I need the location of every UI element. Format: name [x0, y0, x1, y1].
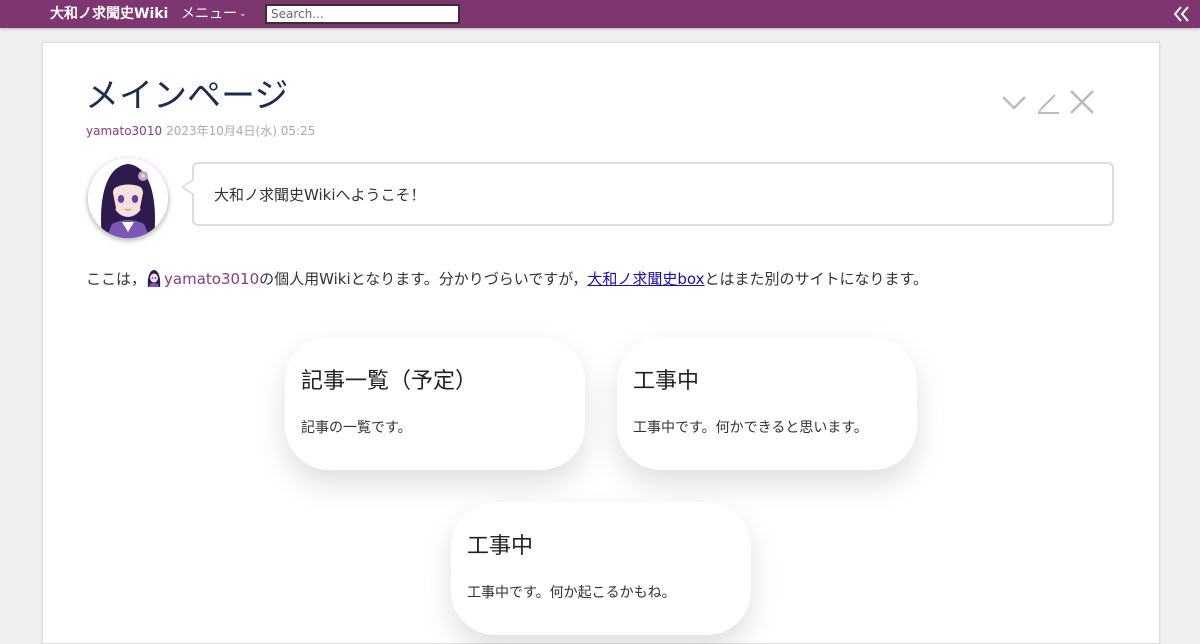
main-content-card: メインページ yamato3010 2023年10月4日(水) 05:25 大和… — [42, 42, 1160, 644]
user-avatar-icon — [146, 269, 162, 287]
page-title: メインページ — [85, 76, 289, 116]
tile-description: 工事中です。何かできると思います。 — [633, 420, 868, 436]
intro-paragraph: ここは， yamato3010の個人用Wikiとなります。分かりづらいですが，大和… — [86, 268, 928, 290]
tile-article-list[interactable]: 記事一覧（予定） 記事の一覧です。 — [285, 337, 585, 470]
author-link[interactable]: yamato3010 — [86, 124, 162, 138]
menu-button[interactable]: メニュー ⌄ — [181, 5, 247, 23]
greeting-text: 大和ノ求聞史Wikiへようこそ！ — [214, 186, 426, 204]
page-tools — [995, 87, 1097, 117]
tile-title: 記事一覧（予定） — [301, 369, 478, 394]
greeting-bubble: 大和ノ求聞史Wikiへようこそ！ — [181, 162, 1114, 226]
user-link[interactable]: yamato3010 — [164, 270, 259, 288]
tile-title: 工事中 — [633, 369, 700, 394]
close-icon[interactable] — [1067, 87, 1097, 117]
site-title[interactable]: 大和ノ求聞史Wiki — [50, 5, 168, 23]
tile-title: 工事中 — [467, 534, 534, 559]
chevron-down-icon[interactable] — [999, 87, 1029, 117]
tile-under-construction-1[interactable]: 工事中 工事中です。何かできると思います。 — [617, 337, 917, 470]
pencil-icon[interactable] — [1033, 87, 1063, 117]
top-navigation-bar: 大和ノ求聞史Wiki メニュー ⌄ — [0, 0, 1200, 28]
page-meta: yamato3010 2023年10月4日(水) 05:25 — [86, 123, 315, 139]
box-site-link[interactable]: 大和ノ求聞史box — [587, 270, 704, 288]
menu-label: メニュー — [181, 6, 237, 22]
chevron-down-icon: ⌄ — [239, 9, 247, 19]
intro-middle: の個人用Wikiとなります。分かりづらいですが， — [259, 270, 588, 288]
tile-description: 工事中です。何か起こるかもね。 — [467, 585, 676, 601]
avatar — [88, 158, 168, 238]
intro-prefix: ここは， — [86, 270, 147, 288]
tile-description: 記事の一覧です。 — [301, 420, 412, 436]
search-input[interactable] — [265, 4, 460, 24]
page-date: 2023年10月4日(水) 05:25 — [166, 124, 316, 138]
tile-under-construction-2[interactable]: 工事中 工事中です。何か起こるかもね。 — [451, 502, 751, 635]
intro-suffix: とはまた別のサイトになります。 — [704, 270, 928, 288]
double-chevron-left-icon[interactable] — [1172, 4, 1192, 24]
